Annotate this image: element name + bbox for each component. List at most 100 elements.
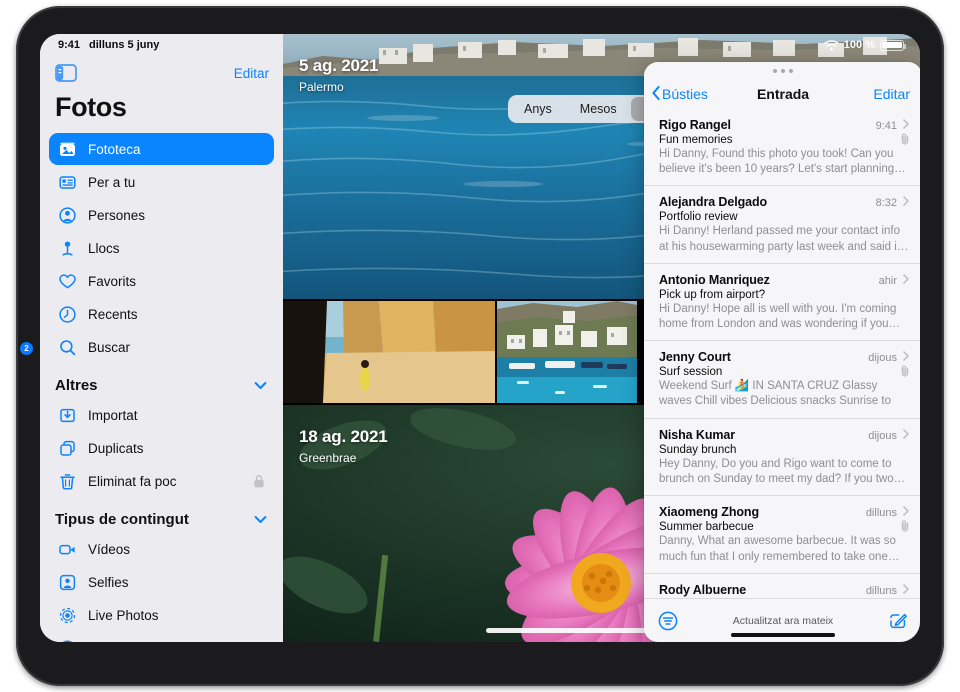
mail-subject: Surf session — [659, 366, 723, 379]
mail-time: dilluns — [865, 584, 897, 597]
photo-date: 18 ag. 2021 — [299, 427, 388, 446]
trash-icon — [58, 472, 77, 491]
mail-preview: Hi Danny! Hope all is well with you. I'm… — [659, 302, 901, 330]
mail-sender: Rody Albuerne — [659, 582, 747, 597]
mail-time: 8:32 — [875, 197, 897, 210]
mail-time: dijous — [868, 430, 897, 443]
page-title: Fotos — [55, 92, 127, 122]
sidebar-item-label: Retrats — [88, 641, 132, 643]
mail-subject: Pick up from airport? — [659, 288, 766, 301]
sidebar-edit-button[interactable]: Editar — [234, 66, 269, 81]
sidebar-item-label: Selfies — [88, 574, 129, 590]
heart-icon — [58, 272, 77, 291]
chevron-right-icon — [903, 116, 909, 129]
mail-list-item[interactable]: Rigo Rangel 9:41 Fun memories Hi Danny, … — [644, 109, 920, 187]
sidebar-item-label: Buscar — [88, 339, 131, 355]
segment-anys[interactable]: Anys — [510, 97, 566, 121]
live-photo-icon — [58, 606, 77, 625]
mail-preview: Hi Danny! Herland passed me your contact… — [659, 225, 909, 253]
sidebar-item-recents[interactable]: Recents — [49, 298, 274, 330]
sidebar-item-selfies[interactable]: Selfies — [49, 566, 274, 598]
chevron-right-icon — [903, 426, 909, 439]
mail-list-item[interactable]: Antonio Manriquez ahir Pick up from airp… — [644, 264, 920, 342]
sidebar-item-live-photos[interactable]: Live Photos — [49, 599, 274, 631]
mail-status-text: Actualitzat ara mateix — [732, 614, 834, 627]
sidebar-item-label: Persones — [88, 207, 146, 223]
chevron-right-icon — [903, 193, 909, 207]
mail-back-label: Bústies — [662, 86, 708, 102]
mail-sender: Nisha Kumar — [659, 428, 736, 443]
mail-preview: Weekend Surf 🏄 IN SANTA CRUZ Glassy wave… — [659, 380, 892, 408]
sidebar-item-importat[interactable]: Importat — [49, 399, 274, 431]
photo-date: 5 ag. 2021 — [299, 56, 379, 75]
photo-library-icon — [58, 140, 77, 159]
mail-list-item[interactable]: Alejandra Delgado 8:32 Portfolio review … — [644, 186, 920, 264]
mail-list-item[interactable]: Jenny Court dijous Surf session Weekend … — [644, 341, 920, 420]
photo-date-block-0: 5 ag. 2021 Palermo — [299, 56, 378, 94]
compose-icon[interactable] — [888, 611, 908, 631]
chevron-down-icon[interactable] — [254, 511, 267, 528]
mail-preview: Hey Danny, Do you and Rigo want to come … — [659, 458, 906, 486]
sidebar-group-tipus-de-contingut[interactable]: Tipus de contingut — [40, 498, 283, 533]
sidebar-group-label: Altres — [55, 377, 98, 394]
sidebar-item-label: Vídeos — [88, 541, 131, 557]
sidebar-header: Editar — [40, 34, 283, 82]
sidebar-group-altres[interactable]: Altres — [40, 364, 283, 399]
mail-back-button[interactable]: Bústies — [652, 85, 708, 103]
chevron-down-icon[interactable] — [254, 377, 267, 394]
filter-icon[interactable] — [658, 611, 678, 631]
segment-mesos[interactable]: Mesos — [566, 97, 631, 121]
mail-edit-button[interactable]: Editar — [873, 86, 910, 102]
mail-list-item[interactable]: Xiaomeng Zhong dilluns Summer barbecue D… — [644, 496, 920, 574]
mail-message-list[interactable]: Rigo Rangel 9:41 Fun memories Hi Danny, … — [644, 109, 920, 598]
mail-slide-over-window[interactable]: Bústies Entrada Editar Rigo Rangel 9:41 … — [644, 62, 920, 642]
photos-sidebar: Editar Fotos Fototeca Per a tu Persones … — [40, 34, 283, 642]
search-icon — [58, 338, 77, 357]
sidebar-item-llocs[interactable]: Llocs — [49, 232, 274, 264]
mail-sender: Antonio Manriquez — [659, 272, 770, 287]
sidebar-toggle-icon[interactable] — [55, 64, 77, 82]
mail-subject: Portfolio review — [659, 211, 738, 224]
mail-subject: Fun memories — [659, 134, 733, 146]
mail-preview: Hi Danny, Found this photo you took! Can… — [659, 148, 906, 176]
places-pin-icon — [58, 239, 77, 258]
ipad-screen-bezel: 5 ag. 2021 Palermo 18 ag. 2021 Greenbrae… — [40, 34, 920, 642]
mail-list-item[interactable]: Rody Albuerne dilluns Baking workshop — [644, 574, 920, 598]
mail-time: dijous — [868, 352, 897, 365]
import-icon — [58, 406, 77, 425]
ipad-device-frame: 2 5 ag. 2021 Palermo 18 ag. 2021 Greenbr… — [16, 6, 944, 686]
mail-navigation-bar: Bústies Entrada Editar — [644, 79, 920, 109]
sidebar-item-buscar[interactable]: Buscar — [49, 331, 274, 363]
photo-place: Greenbrae — [299, 451, 357, 465]
photo-tile-harbour[interactable] — [497, 301, 637, 403]
sidebar-altres-list: Importat Duplicats Eliminat fa poc — [40, 399, 283, 497]
sidebar-item-label: Recents — [88, 306, 138, 322]
photo-date-block-1: 18 ag. 2021 Greenbrae — [299, 427, 388, 465]
chevron-right-icon — [903, 581, 909, 594]
sidebar-item-retrats[interactable]: Retrats — [49, 632, 274, 642]
sidebar-item-per-a-tu[interactable]: Per a tu — [49, 166, 274, 198]
sidebar-item-videos[interactable]: Vídeos — [49, 533, 274, 565]
mail-preview: Danny, What an awesome barbecue. It was … — [659, 535, 900, 563]
sidebar-item-duplicats[interactable]: Duplicats — [49, 432, 274, 464]
sidebar-item-fototeca[interactable]: Fototeca — [49, 133, 274, 165]
mail-sender: Rigo Rangel — [659, 118, 731, 132]
mail-home-indicator[interactable] — [731, 633, 835, 637]
window-grip-icon[interactable] — [644, 62, 920, 79]
attachment-icon — [901, 519, 910, 532]
sidebar-item-label: Per a tu — [88, 174, 136, 190]
mail-sender: Jenny Court — [659, 350, 731, 365]
attachment-icon — [901, 132, 910, 145]
photo-tile-cliff[interactable] — [283, 301, 495, 403]
sidebar-primary-list: Fototeca Per a tu Persones Llocs Favorit… — [40, 133, 283, 363]
for-you-icon — [58, 173, 77, 192]
lock-icon — [253, 474, 265, 488]
photo-place: Palermo — [299, 80, 344, 94]
mail-subject: Sunday brunch — [659, 444, 737, 457]
sidebar-item-persones[interactable]: Persones — [49, 199, 274, 231]
sidebar-item-eliminat-fa-poc[interactable]: Eliminat fa poc — [49, 465, 274, 497]
portrait-icon — [58, 639, 77, 642]
mail-time: ahir — [878, 274, 897, 287]
sidebar-item-favorits[interactable]: Favorits — [49, 265, 274, 297]
mail-list-item[interactable]: Nisha Kumar dijous Sunday brunch Hey Dan… — [644, 419, 920, 497]
